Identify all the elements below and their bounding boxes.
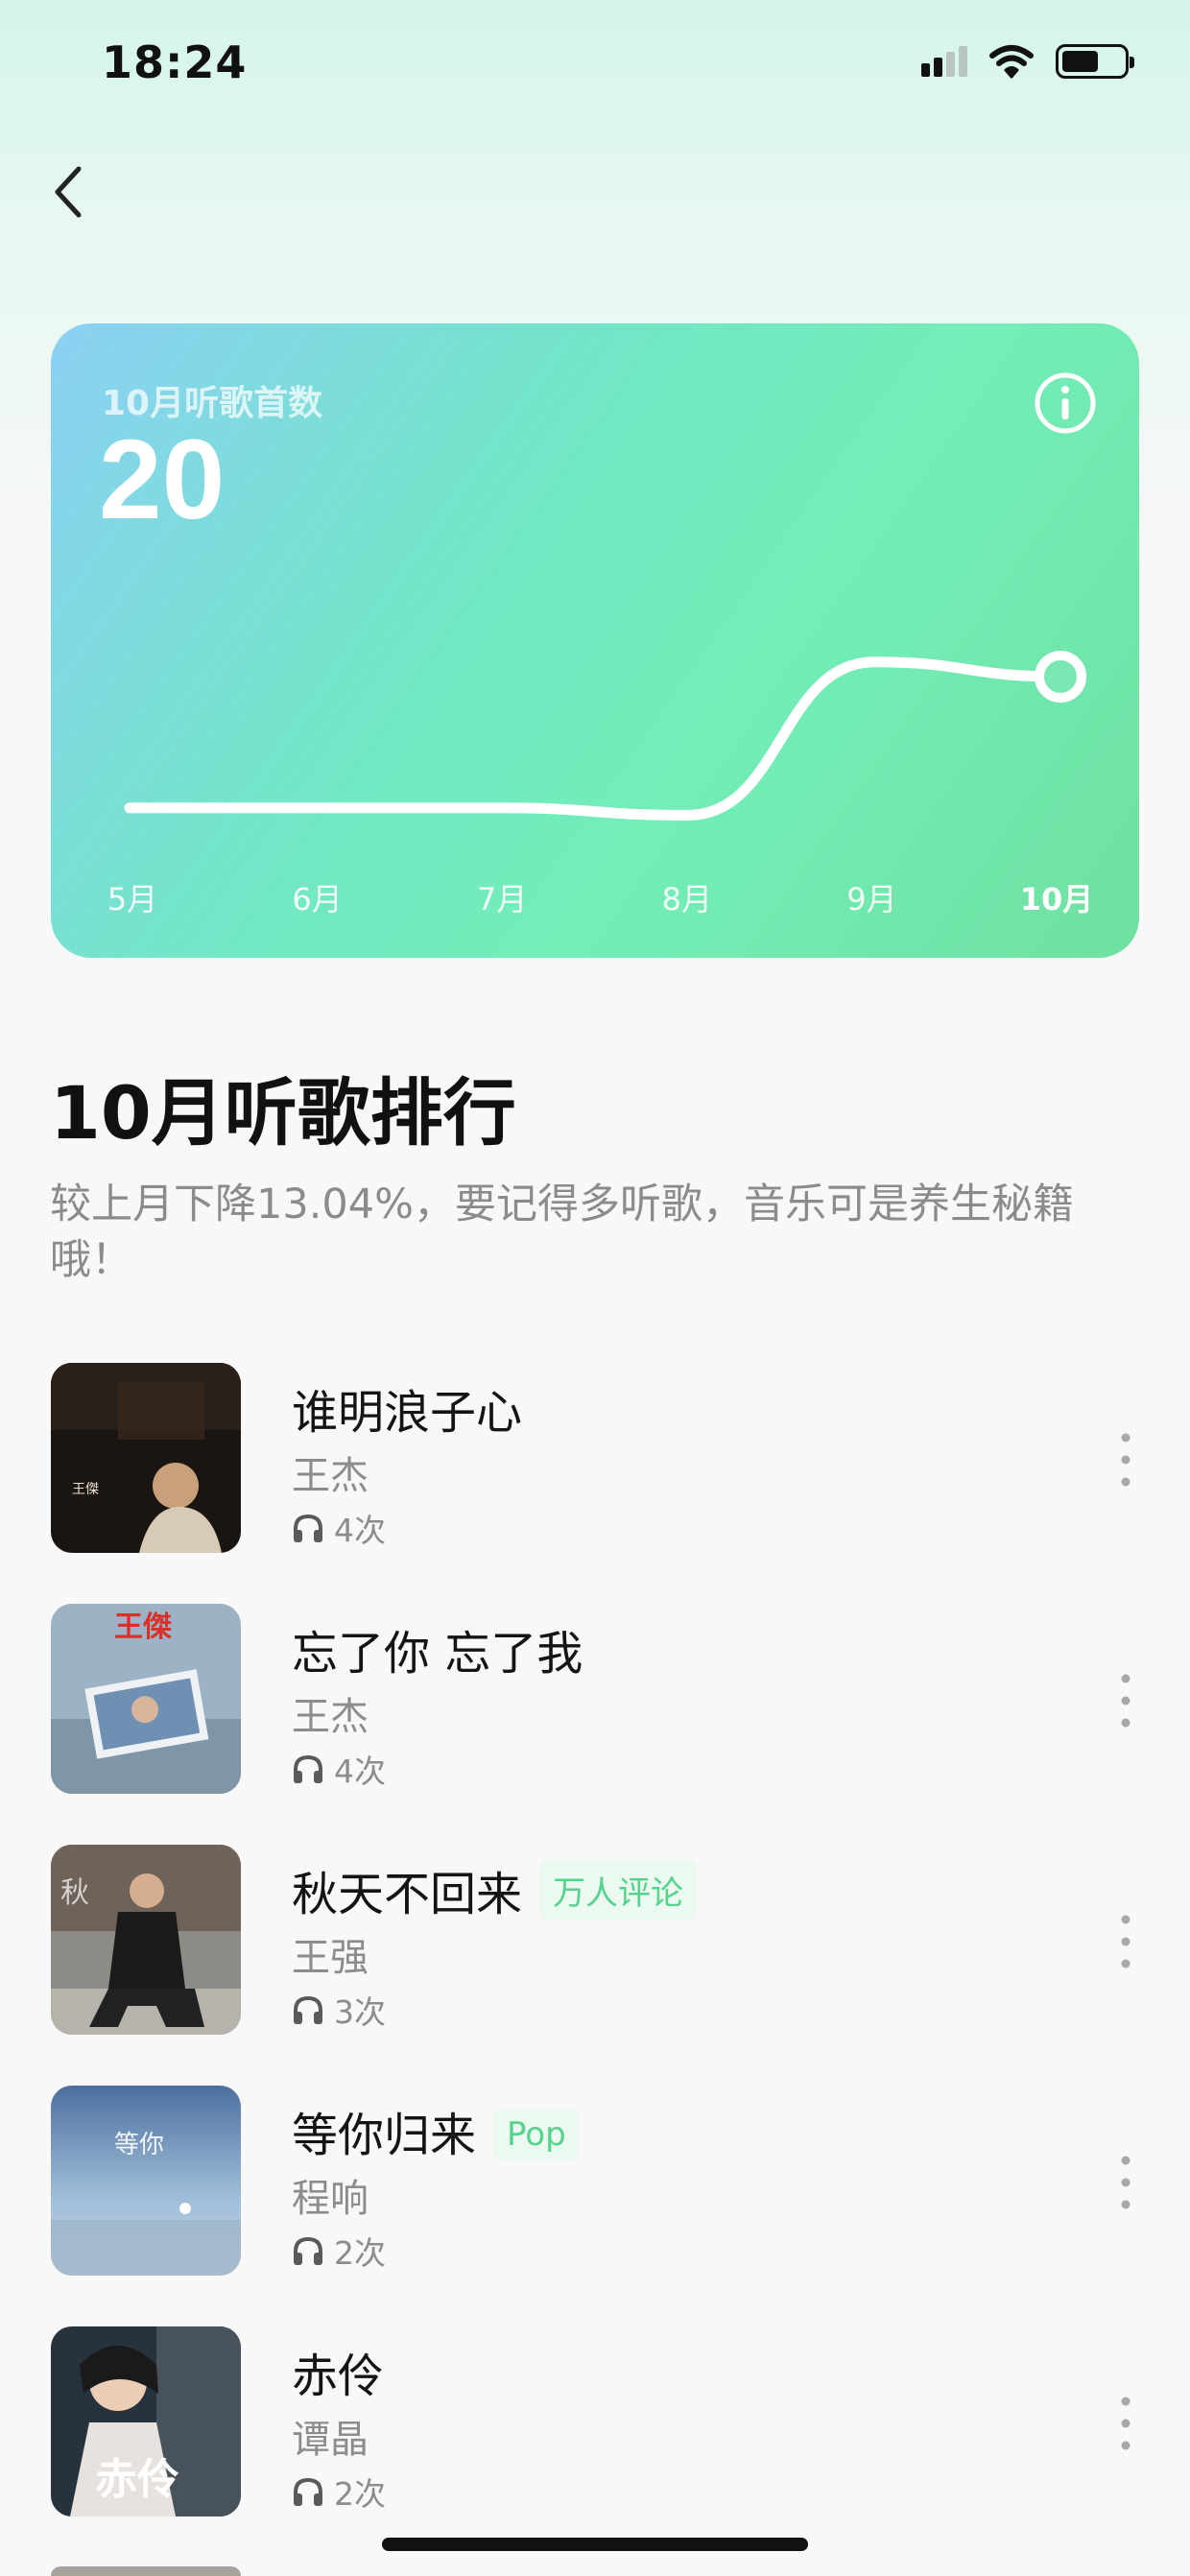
cover-text: 王傑	[72, 1482, 99, 1497]
song-title-line: 赤伶	[292, 2338, 384, 2405]
headphone-icon	[294, 2477, 322, 2506]
cover-text: 赤伶	[95, 2455, 179, 2504]
month-label[interactable]: 9月	[846, 875, 896, 919]
play-count-text: 2次	[334, 2475, 386, 2513]
song-row[interactable]: 等你 等你归来 Pop 程响 2次	[0, 2086, 1190, 2278]
song-title: 忘了你 忘了我	[292, 1627, 583, 1681]
play-count-text: 3次	[334, 1993, 386, 2031]
more-options-icon[interactable]	[1111, 1910, 1140, 1973]
song-title: 谁明浪子心	[292, 1386, 523, 1440]
song-row[interactable]: 赤伶 赤伶 谭晶 2次	[0, 2326, 1190, 2518]
song-title-line: 等你归来 Pop	[292, 2097, 580, 2164]
svg-text:等你: 等你	[114, 2131, 164, 2159]
album-cover: 王傑	[51, 1604, 241, 1794]
song-artist: 谭晶	[292, 2418, 369, 2462]
headphone-icon	[294, 1514, 322, 1542]
song-title-line: 秋天不回来 万人评论	[292, 1856, 698, 1923]
song-tag: Pop	[493, 2110, 580, 2159]
cover-text: 王傑	[114, 1610, 172, 1644]
month-label[interactable]: 8月	[662, 875, 712, 919]
wifi-icon	[989, 45, 1034, 79]
song-play-count: 4次	[292, 1746, 386, 1792]
song-play-count: 3次	[292, 1987, 386, 2033]
song-play-count: 2次	[292, 2228, 386, 2274]
more-options-icon[interactable]	[1111, 2151, 1140, 2214]
headphone-icon	[294, 2236, 322, 2265]
song-title: 等你归来	[292, 2109, 477, 2162]
status-time: 18:24	[102, 36, 248, 88]
song-row[interactable]: 王傑 忘了你 忘了我 王杰 4次	[0, 1604, 1190, 1796]
song-title-line: 忘了你 忘了我	[292, 1615, 583, 1682]
status-bar: 18:24	[0, 0, 1190, 125]
trend-chart	[124, 651, 1086, 821]
song-artist: 程响	[292, 2177, 369, 2221]
play-count-text: 4次	[334, 1512, 386, 1549]
trend-line	[124, 656, 1066, 821]
song-row[interactable]: 王傑 谁明浪子心 王杰 4次	[0, 1363, 1190, 1555]
next-cover-peek	[51, 2566, 241, 2576]
svg-text:秋: 秋	[60, 1876, 89, 1910]
more-options-icon[interactable]	[1111, 1428, 1140, 1491]
listening-stats-card[interactable]: 10月听歌首数 20 5月 6月 7月 8月 9月 10月	[51, 323, 1139, 958]
play-count-text: 4次	[334, 1753, 386, 1790]
ranking-subtitle: 较上月下降13.04%，要记得多听歌，音乐可是养生秘籍哦！	[50, 1181, 1074, 1284]
month-label[interactable]: 10月	[1020, 875, 1094, 919]
song-play-count: 2次	[292, 2469, 386, 2515]
album-cover: 王傑	[51, 1363, 241, 1553]
song-title: 秋天不回来	[292, 1868, 523, 1921]
song-play-count: 4次	[292, 1505, 386, 1551]
headphone-icon	[294, 1995, 322, 2024]
more-options-icon[interactable]	[1111, 1669, 1140, 1732]
more-options-icon[interactable]	[1111, 2392, 1140, 2455]
headphone-icon	[294, 1754, 322, 1783]
battery-icon	[1056, 44, 1134, 79]
song-tag: 万人评论	[539, 1861, 698, 1920]
month-label[interactable]: 6月	[292, 875, 342, 919]
album-cover: 等你	[51, 2086, 241, 2276]
ranking-title: 10月听歌排行	[50, 1070, 516, 1156]
album-cover: 秋	[51, 1845, 241, 2035]
song-artist: 王杰	[292, 1454, 369, 1498]
month-label[interactable]: 5月	[107, 875, 157, 919]
back-button[interactable]	[46, 161, 94, 223]
status-icons	[921, 44, 1134, 79]
data-point-5[interactable]	[1035, 651, 1086, 703]
song-row[interactable]: 秋 秋天不回来 万人评论 王强 3次	[0, 1845, 1190, 2037]
cellular-signal-icon	[921, 46, 967, 77]
home-indicator	[382, 2538, 808, 2551]
song-title-line: 谁明浪子心	[292, 1374, 522, 1442]
screen: 18:24 10月听歌首数 20 5月 6月 7月 8月 9月 10月 10月听歌排行 较…	[0, 0, 1190, 2576]
song-title: 赤伶	[292, 2349, 385, 2403]
month-label[interactable]: 7月	[477, 875, 527, 919]
song-artist: 王杰	[292, 1695, 369, 1739]
play-count-text: 2次	[334, 2234, 386, 2272]
song-artist: 王强	[292, 1936, 369, 1980]
album-cover: 赤伶	[51, 2326, 241, 2516]
